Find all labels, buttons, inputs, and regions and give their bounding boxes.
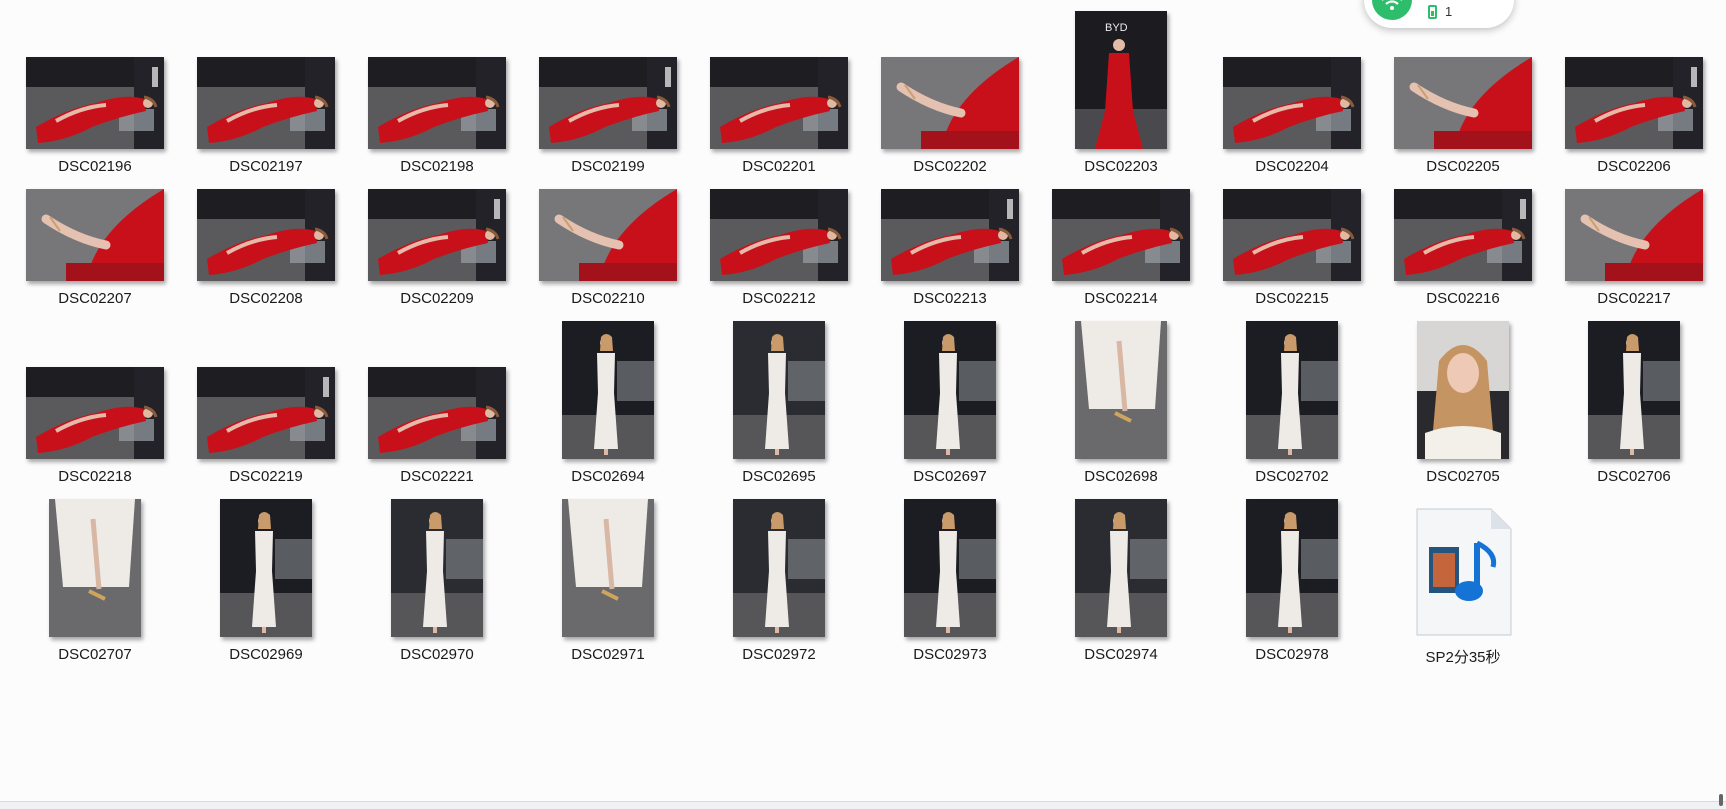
file-name-label[interactable]: DSC02208 (181, 290, 351, 307)
image-thumbnail[interactable] (710, 189, 848, 281)
file-name-label[interactable]: DSC02694 (523, 468, 693, 485)
image-thumbnail[interactable] (368, 189, 506, 281)
image-thumbnail[interactable] (1394, 189, 1532, 281)
file-name-label[interactable]: DSC02197 (181, 158, 351, 175)
file-name-label[interactable]: DSC02201 (694, 158, 864, 175)
file-name-label[interactable]: DSC02969 (181, 646, 351, 663)
image-thumbnail[interactable] (539, 57, 677, 149)
svg-text:BYD: BYD (1105, 22, 1128, 34)
file-name-label[interactable]: DSC02204 (1207, 158, 1377, 175)
battery-icon (1428, 5, 1437, 19)
image-thumbnail[interactable] (881, 189, 1019, 281)
image-thumbnail[interactable] (368, 57, 506, 149)
file-name-label[interactable]: DSC02215 (1207, 290, 1377, 307)
image-thumbnail[interactable] (197, 367, 335, 459)
file-name-label[interactable]: SP2分35秒 (1378, 646, 1548, 667)
file-name-label[interactable]: DSC02206 (1549, 158, 1719, 175)
video-file-icon[interactable] (1411, 507, 1515, 637)
file-name-label[interactable]: DSC02221 (352, 468, 522, 485)
image-thumbnail[interactable] (1246, 499, 1338, 637)
file-name-label[interactable]: DSC02219 (181, 468, 351, 485)
image-thumbnail[interactable] (1394, 57, 1532, 149)
image-thumbnail[interactable] (197, 189, 335, 281)
scroll-handle[interactable] (1719, 794, 1723, 806)
file-name-label[interactable]: DSC02971 (523, 646, 693, 663)
file-name-label[interactable]: DSC02196 (10, 158, 180, 175)
file-name-label[interactable]: DSC02203 (1036, 158, 1206, 175)
file-grid: DSC02196 DSC02197 DSC02198 DSC02199 DSC0… (0, 0, 1726, 808)
file-name-label[interactable]: DSC02207 (10, 290, 180, 307)
image-thumbnail[interactable] (733, 321, 825, 459)
image-thumbnail[interactable] (562, 499, 654, 637)
file-name-label[interactable]: DSC02705 (1378, 468, 1548, 485)
image-thumbnail[interactable] (220, 499, 312, 637)
image-thumbnail[interactable] (710, 57, 848, 149)
image-thumbnail[interactable] (1223, 57, 1361, 149)
file-name-label[interactable]: DSC02978 (1207, 646, 1377, 663)
image-thumbnail[interactable]: BYD (1075, 11, 1167, 149)
image-thumbnail[interactable] (26, 367, 164, 459)
file-name-label[interactable]: DSC02972 (694, 646, 864, 663)
image-thumbnail[interactable] (881, 57, 1019, 149)
image-thumbnail[interactable] (904, 499, 996, 637)
image-thumbnail[interactable] (197, 57, 335, 149)
image-thumbnail[interactable] (539, 189, 677, 281)
file-name-label[interactable]: DSC02212 (694, 290, 864, 307)
image-thumbnail[interactable] (904, 321, 996, 459)
image-thumbnail[interactable] (562, 321, 654, 459)
file-name-label[interactable]: DSC02205 (1378, 158, 1548, 175)
file-name-label[interactable]: DSC02217 (1549, 290, 1719, 307)
image-thumbnail[interactable] (1588, 321, 1680, 459)
file-name-label[interactable]: DSC02210 (523, 290, 693, 307)
image-thumbnail[interactable] (1075, 499, 1167, 637)
file-name-label[interactable]: DSC02213 (865, 290, 1035, 307)
file-name-label[interactable]: DSC02218 (10, 468, 180, 485)
file-name-label[interactable]: DSC02706 (1549, 468, 1719, 485)
image-thumbnail[interactable] (1417, 321, 1509, 459)
image-thumbnail[interactable] (26, 57, 164, 149)
image-thumbnail[interactable] (1052, 189, 1190, 281)
image-thumbnail[interactable] (368, 367, 506, 459)
image-thumbnail[interactable] (391, 499, 483, 637)
image-thumbnail[interactable] (1565, 57, 1703, 149)
image-thumbnail[interactable] (733, 499, 825, 637)
file-name-label[interactable]: DSC02209 (352, 290, 522, 307)
file-name-label[interactable]: DSC02216 (1378, 290, 1548, 307)
file-name-label[interactable]: DSC02973 (865, 646, 1035, 663)
file-name-label[interactable]: DSC02707 (10, 646, 180, 663)
device-count: 1 (1445, 4, 1453, 19)
image-thumbnail[interactable] (1565, 189, 1703, 281)
file-name-label[interactable]: DSC02702 (1207, 468, 1377, 485)
wifi-icon[interactable] (1372, 0, 1412, 20)
file-name-label[interactable]: DSC02695 (694, 468, 864, 485)
file-name-label[interactable]: DSC02698 (1036, 468, 1206, 485)
image-thumbnail[interactable] (1075, 321, 1167, 459)
image-thumbnail[interactable] (49, 499, 141, 637)
image-thumbnail[interactable] (1223, 189, 1361, 281)
status-widget[interactable]: 1 (1364, 0, 1514, 28)
file-name-label[interactable]: DSC02202 (865, 158, 1035, 175)
image-thumbnail[interactable] (26, 189, 164, 281)
file-name-label[interactable]: DSC02974 (1036, 646, 1206, 663)
file-name-label[interactable]: DSC02214 (1036, 290, 1206, 307)
file-name-label[interactable]: DSC02198 (352, 158, 522, 175)
file-name-label[interactable]: DSC02199 (523, 158, 693, 175)
file-name-label[interactable]: DSC02970 (352, 646, 522, 663)
image-thumbnail[interactable] (1246, 321, 1338, 459)
file-name-label[interactable]: DSC02697 (865, 468, 1035, 485)
